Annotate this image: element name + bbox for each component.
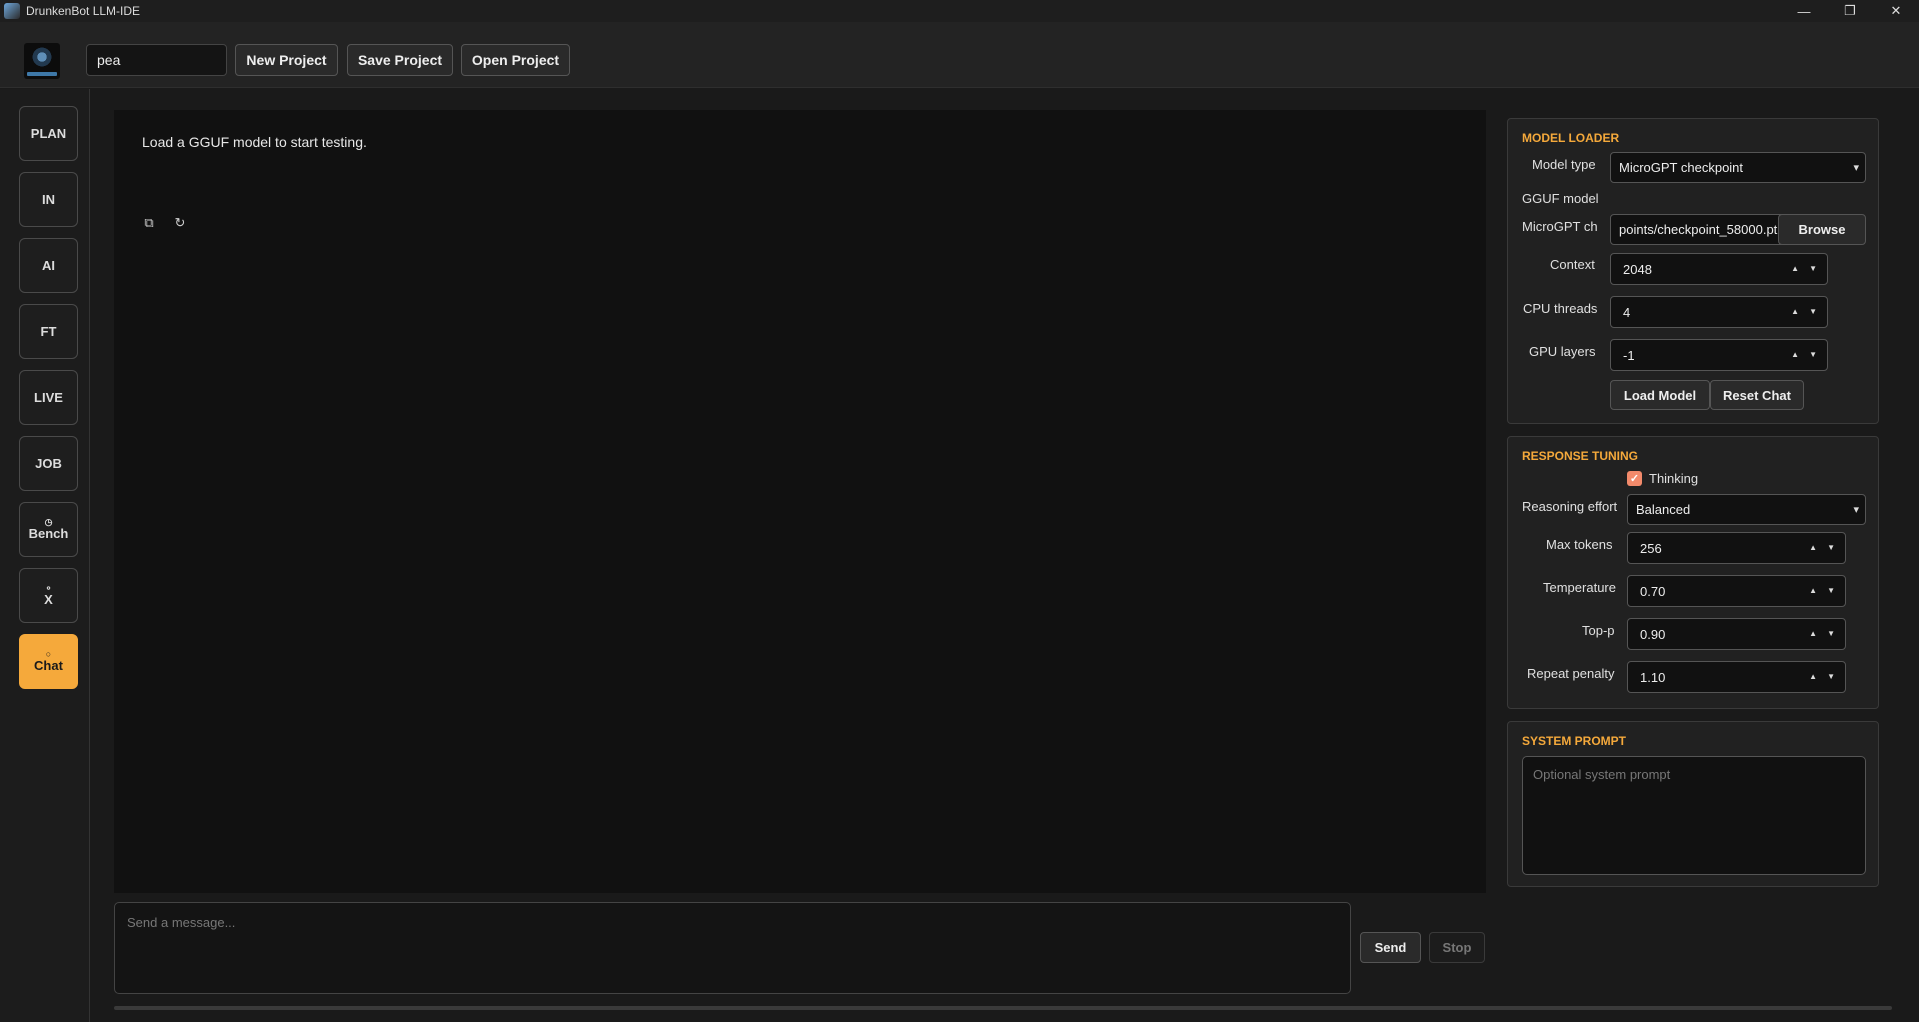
new-project-button[interactable]: New Project xyxy=(235,44,338,76)
top-p-spinbox[interactable]: 0.90 ▲ ▼ xyxy=(1627,618,1846,650)
max-tokens-spinbox[interactable]: 256 ▲ ▼ xyxy=(1627,532,1846,564)
context-label: Context xyxy=(1550,257,1595,272)
sidebar-item-label: AI xyxy=(42,257,55,273)
microgpt-path-field[interactable]: points/checkpoint_58000.pt xyxy=(1610,214,1786,245)
window-title: DrunkenBot LLM-IDE xyxy=(26,4,141,18)
decrement-icon[interactable]: ▼ xyxy=(1827,629,1835,638)
increment-icon[interactable]: ▲ xyxy=(1791,307,1799,316)
sidebar-item-label: LIVE xyxy=(34,389,63,405)
reset-chat-button[interactable]: Reset Chat xyxy=(1710,380,1804,410)
panel-title: SYSTEM PROMPT xyxy=(1522,734,1627,748)
left-sidebar: PLAN IN AI FT LIVE JOB ◷ Bench ⚬ X ○ Cha… xyxy=(0,89,90,1022)
decrement-icon[interactable]: ▼ xyxy=(1827,672,1835,681)
sidebar-item-live[interactable]: LIVE xyxy=(19,370,78,425)
sidebar-item-label: Chat xyxy=(34,658,63,673)
sidebar-item-label: IN xyxy=(42,191,55,207)
reasoning-effort-label: Reasoning effort xyxy=(1522,499,1618,514)
chevron-down-icon: ▾ xyxy=(1853,162,1859,174)
project-name-input[interactable] xyxy=(86,44,227,76)
sidebar-item-ft[interactable]: FT xyxy=(19,304,78,359)
cpu-threads-label: CPU threads xyxy=(1523,301,1598,316)
context-spinbox[interactable]: 2048 ▲ ▼ xyxy=(1610,253,1828,285)
decrement-icon[interactable]: ▼ xyxy=(1809,350,1817,359)
repeat-penalty-value: 1.10 xyxy=(1640,669,1666,685)
system-prompt-input[interactable] xyxy=(1522,756,1866,875)
app-icon xyxy=(4,3,20,19)
repeat-penalty-spinbox[interactable]: 1.10 ▲ ▼ xyxy=(1627,661,1846,693)
reasoning-effort-value: Balanced xyxy=(1636,502,1691,517)
increment-icon[interactable]: ▲ xyxy=(1809,629,1817,638)
context-value: 2048 xyxy=(1623,261,1652,277)
sidebar-item-label: JOB xyxy=(35,455,62,471)
panel-title: RESPONSE TUNING xyxy=(1522,449,1639,463)
cpu-threads-spinbox[interactable]: 4 ▲ ▼ xyxy=(1610,296,1828,328)
top-p-label: Top-p xyxy=(1582,623,1615,638)
send-button[interactable]: Send xyxy=(1360,932,1421,963)
open-project-button[interactable]: Open Project xyxy=(461,44,570,76)
horizontal-scrollbar[interactable] xyxy=(114,1006,1892,1010)
reasoning-effort-select[interactable]: Balanced ▾ xyxy=(1627,494,1866,525)
decrement-icon[interactable]: ▼ xyxy=(1827,586,1835,595)
model-type-select[interactable]: MicroGPT checkpoint ▾ xyxy=(1610,152,1866,183)
temperature-label: Temperature xyxy=(1543,580,1616,595)
sidebar-item-x[interactable]: ⚬ X xyxy=(19,568,78,623)
thinking-label: Thinking xyxy=(1649,471,1699,486)
decrement-icon[interactable]: ▼ xyxy=(1809,307,1817,316)
sidebar-item-ai[interactable]: AI xyxy=(19,238,78,293)
chat-transcript: Load a GGUF model to start testing. ⧉ ↻ xyxy=(114,110,1486,893)
sidebar-item-label: PLAN xyxy=(30,125,67,141)
temperature-value: 0.70 xyxy=(1640,583,1666,599)
increment-icon[interactable]: ▲ xyxy=(1809,543,1817,552)
model-type-label: Model type xyxy=(1532,157,1596,172)
repeat-penalty-label: Repeat penalty xyxy=(1527,666,1615,681)
top-toolbar: New Project Save Project Open Project xyxy=(0,22,1919,88)
gguf-model-label: GGUF model xyxy=(1522,191,1599,206)
thinking-checkbox[interactable]: ✓ xyxy=(1627,471,1642,486)
sidebar-item-plan[interactable]: PLAN xyxy=(19,106,78,161)
close-button[interactable]: ✕ xyxy=(1873,0,1919,22)
sidebar-item-bench[interactable]: ◷ Bench xyxy=(19,502,78,557)
logo-emblem xyxy=(31,46,53,68)
chevron-down-icon: ▾ xyxy=(1853,504,1859,516)
sidebar-item-in[interactable]: IN xyxy=(19,172,78,227)
logo-wordmark xyxy=(27,72,57,76)
gpu-layers-value: -1 xyxy=(1623,347,1635,363)
copy-icon[interactable]: ⧉ xyxy=(141,215,157,231)
sidebar-item-label: X xyxy=(44,592,53,607)
title-bar: DrunkenBot LLM-IDE — ❐ ✕ xyxy=(0,0,1919,22)
gpu-layers-spinbox[interactable]: -1 ▲ ▼ xyxy=(1610,339,1828,371)
response-tuning-panel: RESPONSE TUNING ✓ Thinking Reasoning eff… xyxy=(1507,436,1879,709)
model-type-value: MicroGPT checkpoint xyxy=(1619,160,1744,175)
microgpt-checkpoint-label: MicroGPT ch xyxy=(1522,219,1598,234)
model-loader-panel: MODEL LOADER Model type MicroGPT checkpo… xyxy=(1507,118,1879,424)
max-tokens-value: 256 xyxy=(1640,540,1662,556)
save-project-button[interactable]: Save Project xyxy=(347,44,453,76)
chat-status-message: Load a GGUF model to start testing. xyxy=(142,134,367,150)
decrement-icon[interactable]: ▼ xyxy=(1809,264,1817,273)
maximize-button[interactable]: ❐ xyxy=(1827,0,1873,22)
gpu-layers-label: GPU layers xyxy=(1529,344,1596,359)
increment-icon[interactable]: ▲ xyxy=(1791,264,1799,273)
increment-icon[interactable]: ▲ xyxy=(1809,672,1817,681)
sidebar-item-job[interactable]: JOB xyxy=(19,436,78,491)
sidebar-item-chat[interactable]: ○ Chat xyxy=(19,634,78,689)
message-input[interactable] xyxy=(114,902,1351,994)
sidebar-item-label: FT xyxy=(40,323,57,339)
app-logo xyxy=(24,43,60,79)
load-model-button[interactable]: Load Model xyxy=(1610,380,1710,410)
decrement-icon[interactable]: ▼ xyxy=(1827,543,1835,552)
cpu-threads-value: 4 xyxy=(1623,304,1631,320)
minimize-button[interactable]: — xyxy=(1781,0,1827,22)
temperature-spinbox[interactable]: 0.70 ▲ ▼ xyxy=(1627,575,1846,607)
increment-icon[interactable]: ▲ xyxy=(1791,350,1799,359)
increment-icon[interactable]: ▲ xyxy=(1809,586,1817,595)
browse-button[interactable]: Browse xyxy=(1778,214,1866,245)
panel-title: MODEL LOADER xyxy=(1522,131,1620,145)
sidebar-item-label: Bench xyxy=(28,526,69,541)
refresh-icon[interactable]: ↻ xyxy=(172,215,188,231)
top-p-value: 0.90 xyxy=(1640,626,1666,642)
system-prompt-panel: SYSTEM PROMPT xyxy=(1507,721,1879,887)
max-tokens-label: Max tokens xyxy=(1546,537,1613,552)
stop-button[interactable]: Stop xyxy=(1429,932,1485,963)
